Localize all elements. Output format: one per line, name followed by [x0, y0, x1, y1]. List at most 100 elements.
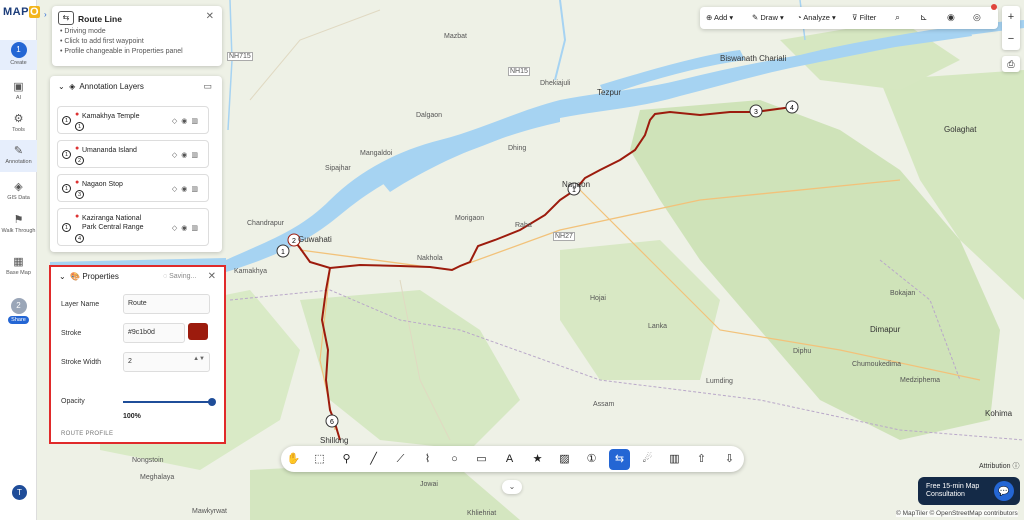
- number-icon[interactable]: ①: [583, 451, 600, 468]
- route-line-card: ⇆ Route Line ✕ • Driving mode • Click to…: [52, 6, 222, 66]
- stack-icon: ◈: [69, 82, 76, 91]
- layer-index: 1: [62, 184, 71, 193]
- draw-button[interactable]: ✎ Draw ▾: [752, 13, 784, 22]
- svg-text:2: 2: [292, 238, 296, 245]
- rail-walk-through[interactable]: ⚑ Walk Through: [0, 213, 37, 234]
- search-icon[interactable]: ⌕: [895, 12, 900, 23]
- map-label: Diphu: [793, 348, 812, 355]
- view-icon[interactable]: ◉: [947, 12, 955, 23]
- expand-chevron-icon[interactable]: ›: [44, 10, 47, 19]
- polyline-icon[interactable]: ⌇: [419, 451, 436, 468]
- rail-base-map[interactable]: ▦ Base Map: [0, 255, 37, 276]
- locate-icon[interactable]: ◎: [973, 12, 981, 23]
- rail-label: Annotation: [5, 159, 32, 165]
- layer-actions[interactable]: ◇◉▥: [172, 224, 202, 232]
- route-profile-section[interactable]: ROUTE PROFILE: [61, 431, 113, 437]
- filter-button[interactable]: ⊽ Filter: [852, 13, 876, 22]
- close-icon[interactable]: ✕: [208, 271, 216, 282]
- opacity-slider[interactable]: [123, 398, 216, 406]
- layer-name: Nagaon Stop: [82, 181, 123, 188]
- layer-name-input[interactable]: Route: [123, 294, 210, 314]
- rail-share[interactable]: 2 Share: [0, 298, 37, 324]
- ruler-icon[interactable]: ⟋: [392, 451, 409, 468]
- stepper-icon[interactable]: ▲▼: [193, 356, 205, 362]
- image-icon[interactable]: ▨: [556, 451, 573, 468]
- chevron-down-icon[interactable]: ⌄: [502, 480, 522, 494]
- user-avatar[interactable]: T: [12, 485, 27, 500]
- rail-label: Tools: [12, 127, 25, 133]
- properties-header[interactable]: ⌄ 🎨 Properties: [59, 272, 119, 281]
- measure-icon[interactable]: ⊾: [920, 12, 928, 23]
- map-label: Shillong: [320, 436, 349, 445]
- layer-item[interactable]: 1 ● Umananda Island 2 ◇◉▥: [57, 140, 209, 168]
- walk-icon: ⚑: [13, 214, 24, 226]
- layer-actions[interactable]: ◇◉▥: [172, 151, 202, 159]
- layer-index: 1: [62, 116, 71, 125]
- chevron-down-icon[interactable]: ⌄: [58, 82, 65, 91]
- rail-annotation[interactable]: ✎ Annotation: [0, 140, 37, 172]
- map-label: Nongstoin: [132, 457, 164, 464]
- ai-icon: ▣: [13, 81, 24, 93]
- zoom-in-button[interactable]: +: [1002, 6, 1020, 28]
- layers-title: Annotation Layers: [79, 82, 144, 91]
- map-label: Meghalaya: [140, 474, 175, 481]
- rail-ai[interactable]: ▣ AI: [0, 80, 37, 101]
- text-icon[interactable]: A: [501, 451, 518, 468]
- layer-item[interactable]: 1 ● Kaziranga National Park Central Rang…: [57, 208, 209, 246]
- star-icon[interactable]: ★: [529, 451, 546, 468]
- folder-icon[interactable]: ▭: [203, 81, 212, 92]
- saving-status: ◌ Saving...: [163, 273, 197, 280]
- layers-header[interactable]: ⌄ ◈ Annotation Layers: [58, 82, 144, 91]
- step-1-badge: 1: [10, 42, 27, 58]
- map-label: Lumding: [706, 378, 733, 385]
- freehand-icon[interactable]: ☄: [639, 451, 656, 468]
- map-label: Jowai: [420, 481, 438, 488]
- chat-icon[interactable]: 💬: [994, 481, 1014, 501]
- consultation-button[interactable]: Free 15-min Map Consultation 💬: [918, 477, 1020, 505]
- rail-gis-data[interactable]: ◈ GIS Data: [0, 180, 37, 201]
- chevron-down-icon[interactable]: ⌄: [59, 272, 66, 281]
- attribution-toggle[interactable]: Attribution ⓘ: [979, 461, 1019, 471]
- route-icon: ⇆: [58, 11, 74, 25]
- line-icon[interactable]: ╱: [365, 451, 382, 468]
- rail-label: AI: [15, 95, 22, 101]
- marker-icon[interactable]: ⚲: [338, 451, 355, 468]
- map-label: Hojai: [590, 295, 606, 302]
- zoom-out-button[interactable]: −: [1002, 28, 1020, 50]
- rail-label: GIS Data: [7, 195, 30, 201]
- tip: • Click to add first waypoint: [60, 38, 144, 45]
- select-icon[interactable]: ⬚: [311, 451, 328, 468]
- download-icon[interactable]: ⇩: [721, 451, 738, 468]
- layer-item[interactable]: 1 ● Kamakhya Temple 1 ◇◉▥: [57, 106, 209, 134]
- print-icon[interactable]: ⎙: [1002, 56, 1020, 72]
- stroke-color-swatch[interactable]: [188, 323, 208, 340]
- tools-icon: ⚙: [13, 113, 24, 125]
- building-icon[interactable]: ▥: [666, 451, 683, 468]
- rail-label: Create: [10, 60, 27, 66]
- map-label: Morigaon: [455, 215, 485, 222]
- upload-icon[interactable]: ⇧: [693, 451, 710, 468]
- rail-tools[interactable]: ⚙ Tools: [0, 112, 37, 133]
- stroke-color-input[interactable]: #9c1b0d: [123, 323, 185, 343]
- app-logo[interactable]: MAPO: [3, 6, 41, 18]
- layer-item[interactable]: 1 ● Nagaon Stop 3 ◇◉▥: [57, 174, 209, 202]
- hand-icon[interactable]: ✋: [285, 451, 302, 468]
- svg-text:6: 6: [330, 419, 334, 426]
- close-icon[interactable]: ✕: [206, 11, 214, 22]
- layer-actions[interactable]: ◇◉▥: [172, 117, 202, 125]
- slider-handle[interactable]: [208, 398, 216, 406]
- properties-panel: ⌄ 🎨 Properties ◌ Saving... ✕ Layer Name …: [49, 265, 226, 444]
- layer-actions[interactable]: ◇◉▥: [172, 185, 202, 193]
- analyze-button[interactable]: ◔ Analyze ▾: [797, 13, 836, 22]
- stroke-width-input[interactable]: 2 ▲▼: [123, 352, 210, 372]
- map-label: Dalgaon: [416, 112, 443, 119]
- route-icon[interactable]: ⇆: [609, 449, 630, 470]
- add-button[interactable]: ⊕ Add ▾: [706, 13, 733, 22]
- circle-icon[interactable]: ○: [446, 451, 463, 468]
- opacity-label: Opacity: [61, 398, 85, 405]
- map-label: Nakhola: [417, 255, 443, 262]
- properties-title: Properties: [82, 272, 119, 281]
- rectangle-icon[interactable]: ▭: [473, 451, 490, 468]
- stroke-label: Stroke: [61, 330, 82, 337]
- rail-create[interactable]: 1 Create: [0, 40, 37, 70]
